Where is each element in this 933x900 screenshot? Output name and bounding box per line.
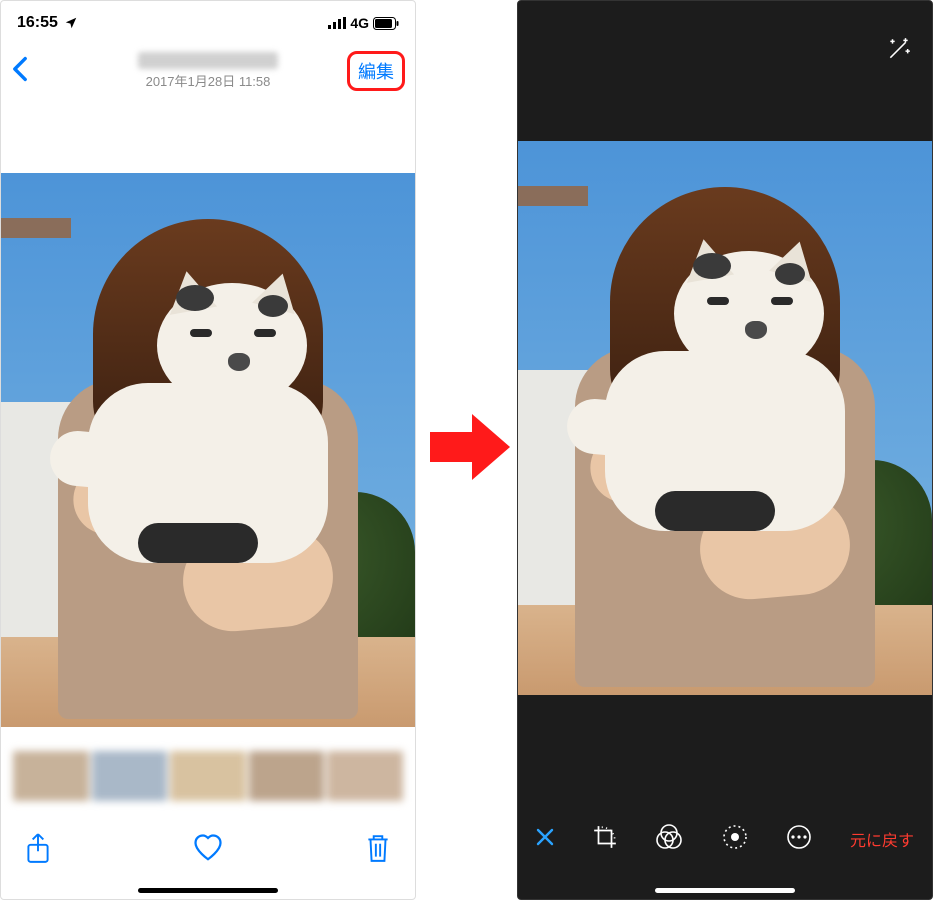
- filters-button[interactable]: [655, 824, 683, 855]
- thumbnail[interactable]: [327, 751, 403, 801]
- crop-button[interactable]: [592, 824, 618, 855]
- share-icon: [25, 832, 51, 864]
- magic-wand-icon: [886, 36, 912, 62]
- chevron-left-icon: [11, 56, 29, 82]
- nav-bar: 2017年1月28日 11:58 編集: [1, 45, 415, 97]
- thumbnail[interactable]: [170, 751, 246, 801]
- signal-icon: [328, 17, 346, 29]
- photo-content[interactable]: [1, 173, 415, 727]
- revert-button[interactable]: 元に戻す: [850, 827, 914, 851]
- adjust-icon: [721, 823, 749, 851]
- home-indicator[interactable]: [655, 888, 795, 893]
- thumbnail-strip[interactable]: [1, 751, 415, 801]
- delete-button[interactable]: [365, 833, 391, 868]
- favorite-button[interactable]: [193, 834, 223, 867]
- location-icon: [64, 16, 78, 30]
- home-indicator[interactable]: [138, 888, 278, 893]
- adjust-button[interactable]: [721, 823, 749, 856]
- edit-toolbar: 元に戻す: [518, 809, 932, 869]
- photo-edit-screen: 元に戻す: [517, 0, 933, 900]
- edit-top-bar: [518, 1, 932, 101]
- trash-icon: [365, 833, 391, 863]
- close-icon: [536, 828, 554, 846]
- thumbnail[interactable]: [92, 751, 168, 801]
- heart-icon: [193, 834, 223, 862]
- nav-timestamp: 2017年1月28日 11:58: [138, 71, 278, 90]
- status-time: 16:55: [17, 14, 58, 32]
- edit-photo-content[interactable]: [518, 141, 932, 695]
- share-button[interactable]: [25, 832, 51, 869]
- more-button[interactable]: [786, 824, 812, 855]
- back-button[interactable]: [11, 56, 29, 87]
- bottom-toolbar: [1, 821, 415, 879]
- cancel-button[interactable]: [536, 826, 554, 852]
- photo-viewer-screen: 16:55 4G 2017年1月28日 11:58 編集: [0, 0, 416, 900]
- network-label: 4G: [350, 15, 369, 31]
- crop-icon: [592, 824, 618, 850]
- thumbnail[interactable]: [13, 751, 89, 801]
- more-icon: [786, 824, 812, 850]
- thumbnail[interactable]: [249, 751, 325, 801]
- edit-button[interactable]: 編集: [347, 51, 405, 91]
- battery-icon: [373, 17, 399, 30]
- status-bar: 16:55 4G: [1, 1, 415, 45]
- filters-icon: [655, 824, 683, 850]
- auto-enhance-button[interactable]: [886, 36, 912, 67]
- nav-title: [138, 52, 278, 69]
